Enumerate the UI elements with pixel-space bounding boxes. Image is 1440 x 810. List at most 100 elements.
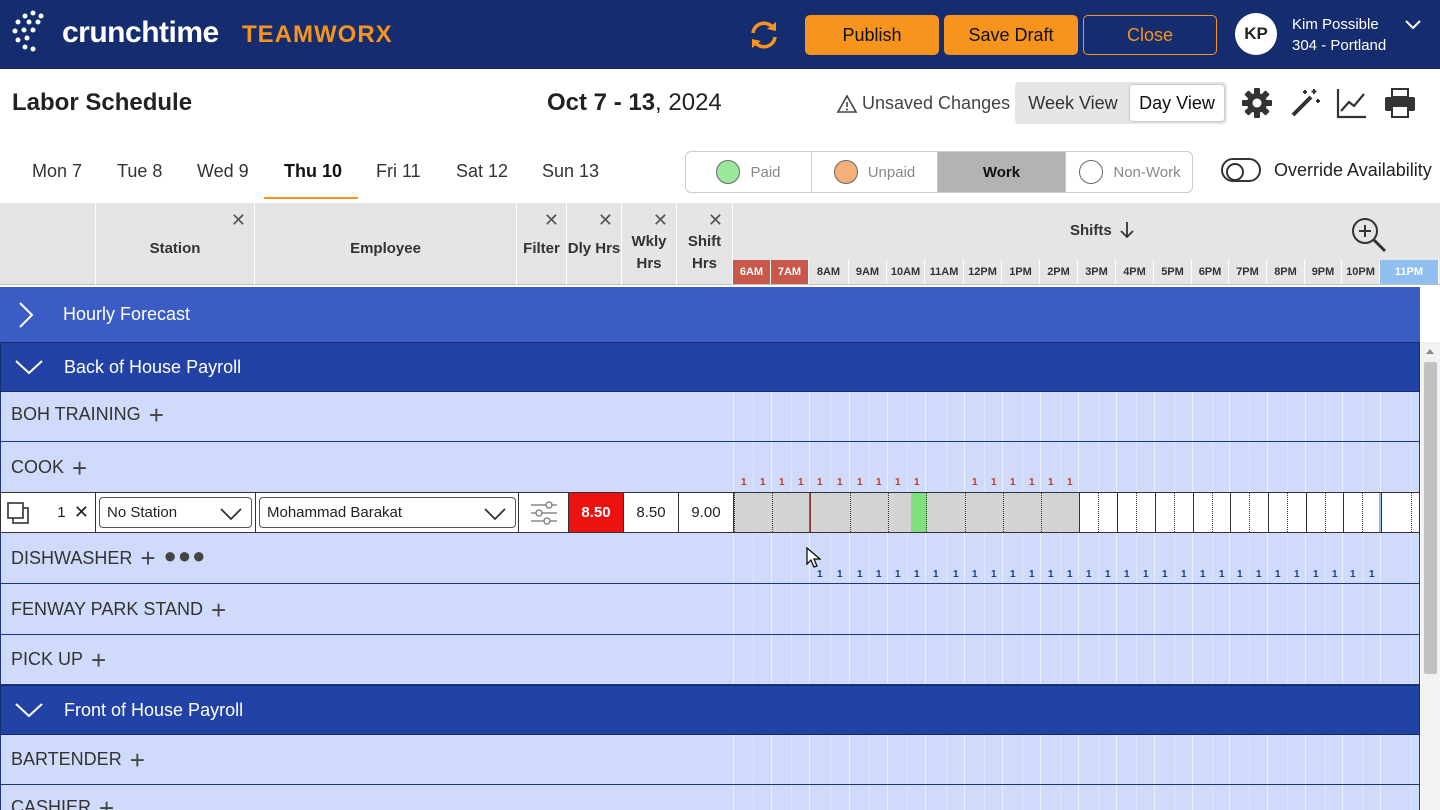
back-of-house-band[interactable]: Back of House Payroll bbox=[0, 342, 1420, 392]
grid-line bbox=[830, 533, 831, 583]
add-shift-icon[interactable]: + bbox=[99, 795, 114, 810]
add-shift-icon[interactable]: + bbox=[149, 402, 164, 428]
gear-icon[interactable] bbox=[1240, 86, 1274, 120]
front-of-house-band[interactable]: Front of House Payroll bbox=[0, 685, 1420, 735]
station-row-grid bbox=[733, 785, 1440, 810]
grid-line bbox=[984, 533, 985, 583]
grid-line bbox=[984, 735, 985, 784]
tab-day[interactable]: Tue 8 bbox=[117, 161, 162, 182]
magic-wand-icon[interactable] bbox=[1288, 86, 1322, 120]
grid-line bbox=[1078, 533, 1079, 583]
coverage-count: 1 bbox=[1010, 477, 1016, 488]
grid-line bbox=[1040, 785, 1041, 810]
unsaved-changes-indicator: Unsaved Changes bbox=[836, 93, 1010, 114]
add-shift-icon[interactable]: + bbox=[72, 455, 87, 481]
grid-line bbox=[1249, 735, 1250, 784]
grid-line bbox=[1136, 635, 1137, 684]
add-shift-icon[interactable]: + bbox=[91, 647, 106, 673]
grid-line bbox=[1249, 533, 1250, 583]
avatar[interactable]: KP bbox=[1235, 13, 1277, 55]
half-hour-divider bbox=[1411, 493, 1412, 532]
header-shifts[interactable]: Shifts bbox=[1070, 221, 1134, 239]
add-shift-icon[interactable]: + bbox=[140, 545, 155, 571]
view-toggle: Week View Day View bbox=[1015, 82, 1227, 124]
nonwork-dot-icon bbox=[1079, 160, 1104, 184]
coverage-count: 1 bbox=[1029, 569, 1035, 580]
half-hour-divider bbox=[1249, 493, 1250, 532]
tab-day[interactable]: Wed 9 bbox=[197, 161, 249, 182]
sync-icon[interactable] bbox=[746, 17, 782, 53]
shift-timeline[interactable] bbox=[734, 493, 1420, 532]
grid-line bbox=[1116, 392, 1117, 441]
employee-select[interactable]: Mohammad Barakat bbox=[259, 497, 516, 528]
filter-cell[interactable] bbox=[519, 493, 569, 532]
legend-paid[interactable]: Paid bbox=[686, 152, 812, 192]
close-icon[interactable]: ✕ bbox=[544, 209, 559, 231]
scrollbar-thumb[interactable] bbox=[1424, 362, 1437, 674]
grid-line bbox=[1287, 392, 1288, 441]
grid-line bbox=[791, 735, 792, 784]
grid-line bbox=[925, 584, 926, 634]
close-icon[interactable]: ✕ bbox=[653, 209, 668, 231]
station-select[interactable]: No Station bbox=[99, 497, 252, 528]
tab-day[interactable]: Sat 12 bbox=[456, 161, 508, 182]
shift-bar[interactable] bbox=[734, 493, 1079, 532]
user-info[interactable]: Kim Possible 304 - Portland bbox=[1292, 14, 1386, 56]
close-icon[interactable]: ✕ bbox=[74, 502, 89, 523]
close-icon[interactable]: ✕ bbox=[231, 209, 246, 231]
hour-divider bbox=[1155, 493, 1156, 532]
tab-day[interactable]: Mon 7 bbox=[32, 161, 82, 182]
copy-checkbox-icon[interactable] bbox=[7, 501, 29, 524]
coverage-count: 1 bbox=[895, 569, 901, 580]
grid-line bbox=[1362, 442, 1363, 492]
hour-label: 8AM bbox=[809, 260, 849, 284]
scroll-up-icon[interactable] bbox=[1425, 347, 1435, 355]
trend-chart-icon[interactable] bbox=[1335, 86, 1369, 120]
tab-day[interactable]: Thu 10 bbox=[284, 161, 342, 182]
hour-label: 10PM bbox=[1342, 260, 1380, 284]
coverage-count: 1 bbox=[876, 477, 882, 488]
chevron-down-icon[interactable] bbox=[1404, 18, 1422, 32]
paid-break-block[interactable] bbox=[911, 493, 927, 532]
grid-line bbox=[869, 785, 870, 810]
grid-line bbox=[1211, 785, 1213, 810]
sort-arrow-down-icon bbox=[1120, 222, 1134, 239]
more-options-icon[interactable]: ●●● bbox=[164, 543, 207, 569]
tab-day[interactable]: Sun 13 bbox=[542, 161, 599, 182]
close-icon[interactable]: ✕ bbox=[708, 209, 723, 231]
station-cell: No Station bbox=[96, 493, 256, 532]
grid-line bbox=[1116, 584, 1117, 634]
grid-line bbox=[1211, 584, 1213, 634]
grid-line bbox=[1174, 735, 1175, 784]
close-icon[interactable]: ✕ bbox=[598, 209, 613, 231]
half-hour-divider bbox=[1362, 493, 1363, 532]
grid-line bbox=[1362, 635, 1363, 684]
legend-nonwork[interactable]: Non-Work bbox=[1066, 152, 1192, 192]
station-row-dishwasher: DISHWASHER + ●●● 1 1 1 1 1 1 1 1 1 1 1 1 1 1 1 1 1 1 1 1 1 1 1 1 1… bbox=[0, 533, 1440, 584]
publish-button[interactable]: Publish bbox=[805, 15, 939, 55]
zoom-in-icon[interactable] bbox=[1350, 216, 1388, 254]
grid-line bbox=[1305, 735, 1306, 784]
grid-line bbox=[1380, 635, 1381, 684]
add-shift-icon[interactable]: + bbox=[130, 747, 145, 773]
tab-day[interactable]: Fri 11 bbox=[376, 161, 421, 182]
grid-line bbox=[945, 584, 947, 634]
save-draft-button[interactable]: Save Draft bbox=[944, 15, 1078, 55]
add-shift-icon[interactable]: + bbox=[211, 597, 226, 623]
grid-line bbox=[1060, 584, 1061, 634]
station-label: BOH TRAINING bbox=[11, 404, 141, 424]
hour-divider bbox=[888, 493, 889, 532]
legend-unpaid[interactable]: Unpaid bbox=[812, 152, 938, 192]
legend-work[interactable]: Work bbox=[938, 152, 1066, 192]
week-view-button[interactable]: Week View bbox=[1018, 85, 1128, 121]
coverage-count: 1 bbox=[876, 569, 882, 580]
coverage-count: 1 bbox=[1029, 477, 1035, 488]
hourly-forecast-band[interactable]: Hourly Forecast bbox=[0, 287, 1420, 342]
print-icon[interactable] bbox=[1383, 86, 1417, 120]
close-button[interactable]: Close bbox=[1083, 15, 1217, 55]
grid-line bbox=[830, 584, 831, 634]
day-view-button[interactable]: Day View bbox=[1130, 85, 1224, 121]
hour-divider bbox=[1193, 493, 1194, 532]
grid-line bbox=[887, 584, 888, 634]
override-availability-toggle[interactable] bbox=[1221, 158, 1261, 182]
